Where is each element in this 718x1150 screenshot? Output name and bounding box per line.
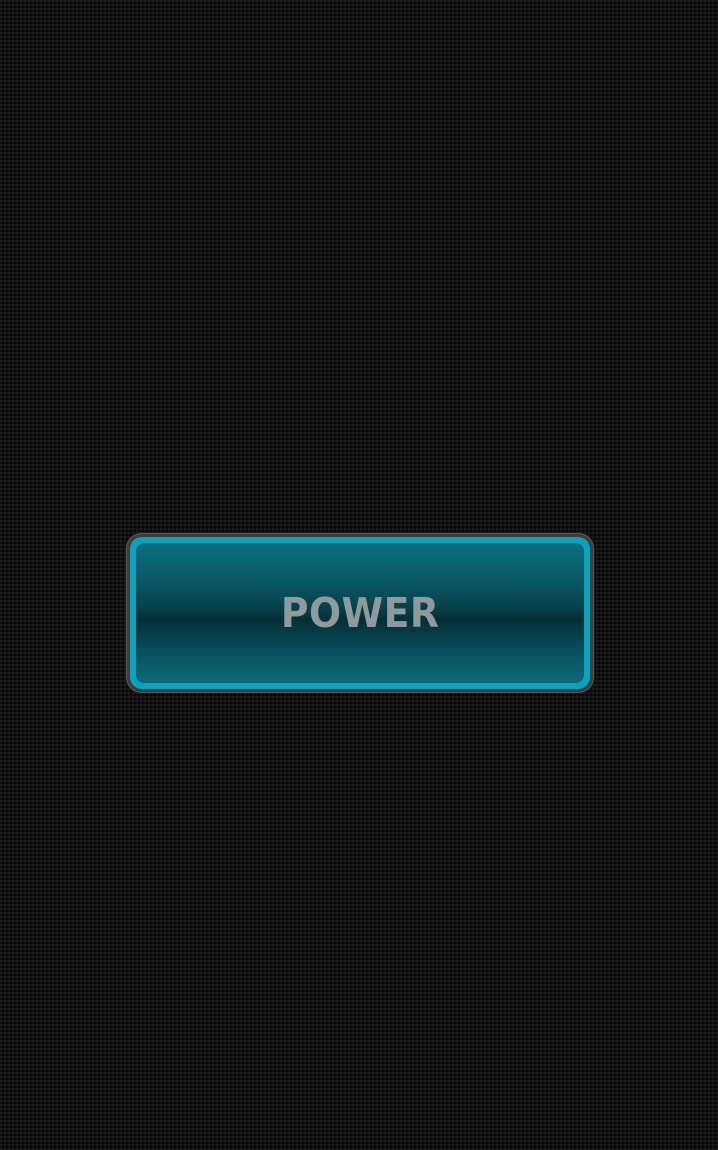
power-button-label: POWER xyxy=(280,589,440,637)
power-button-rim: POWER xyxy=(130,537,590,689)
app-screen: POWER xyxy=(0,0,718,1150)
power-button-face: POWER xyxy=(136,543,584,683)
power-button[interactable]: POWER xyxy=(126,533,594,693)
